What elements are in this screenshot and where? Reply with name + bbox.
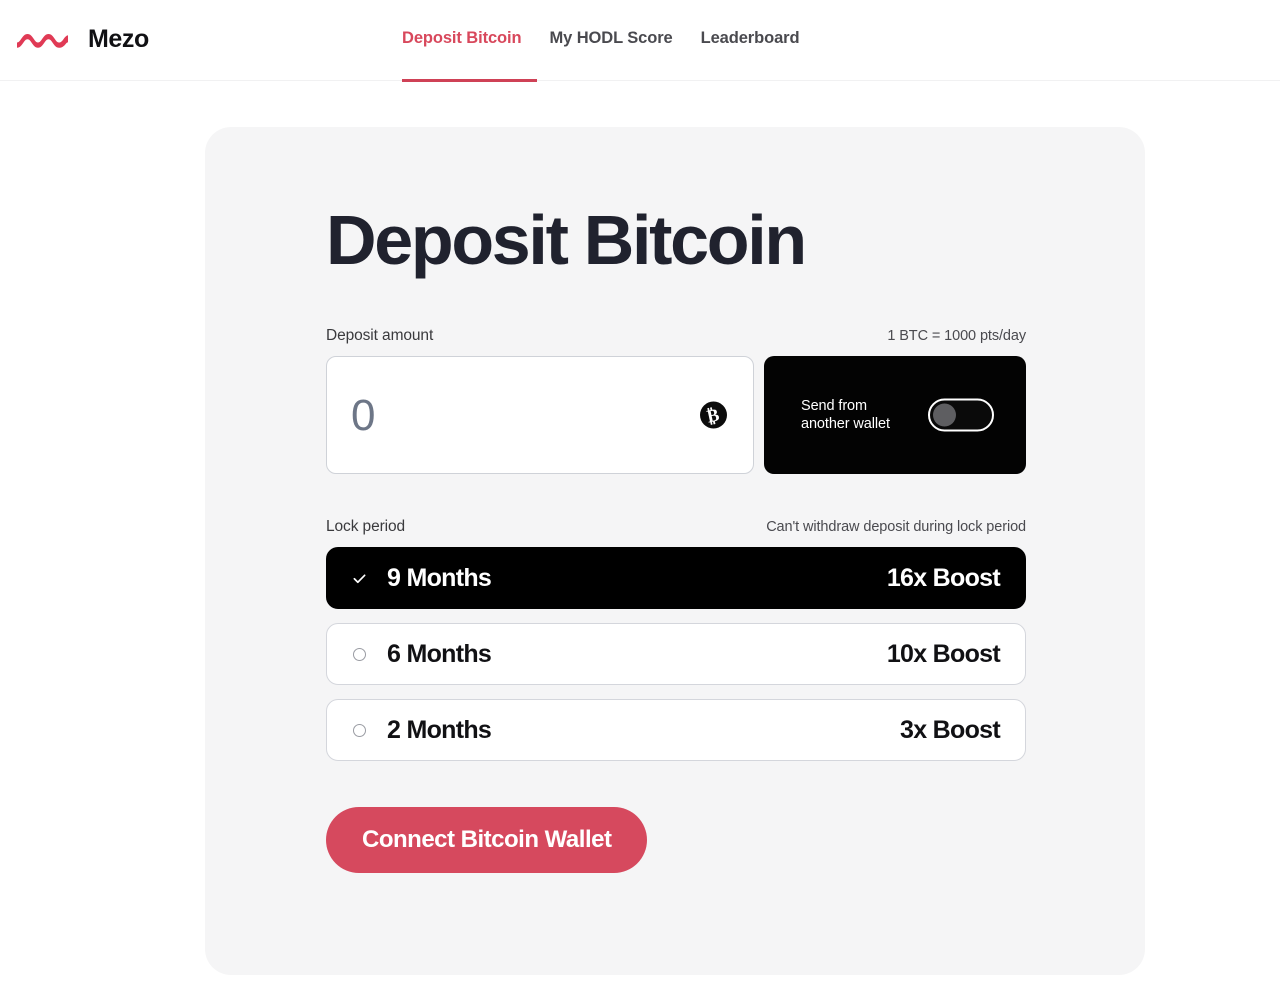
deposit-amount-label: Deposit amount (326, 327, 434, 344)
app-root: Mezo Deposit Bitcoin My HODL Score Leade… (0, 0, 1280, 1000)
lock-period-term: 6 Months (387, 639, 492, 668)
nav-tab-my-hodl-score[interactable]: My HODL Score (550, 27, 673, 50)
lock-period-term: 9 Months (387, 563, 492, 592)
brand-name: Mezo (88, 24, 149, 53)
deposit-amount-label-row: Deposit amount 1 BTC = 1000 pts/day (326, 327, 1026, 345)
site-header: Mezo Deposit Bitcoin My HODL Score Leade… (0, 0, 1280, 82)
deposit-amount-row: ₿ Send from another wallet (326, 356, 1026, 475)
lock-period-option-9-months[interactable]: 9 Months 16x Boost (326, 547, 1026, 609)
nav-tab-deposit-bitcoin[interactable]: Deposit Bitcoin (402, 27, 522, 50)
send-from-another-wallet-panel: Send from another wallet (764, 356, 1026, 474)
toggle-knob (933, 403, 956, 427)
nav-tab-leaderboard[interactable]: Leaderboard (701, 27, 800, 50)
btc-rate-hint: 1 BTC = 1000 pts/day (887, 328, 1026, 344)
lock-period-boost: 3x Boost (900, 715, 1001, 744)
lock-period-boost: 10x Boost (886, 639, 1001, 668)
wallet-label-line-1: Send from (801, 398, 867, 414)
lock-period-label: Lock period (326, 518, 406, 535)
main-nav: Deposit Bitcoin My HODL Score Leaderboar… (402, 27, 800, 50)
check-icon-svg (353, 573, 365, 583)
bitcoin-icon: ₿ (699, 400, 728, 430)
lock-period-option-2-months[interactable]: 2 Months 3x Boost (326, 699, 1026, 761)
lock-period-term: 2 Months (387, 715, 492, 744)
lock-period-option-6-months[interactable]: 6 Months 10x Boost (326, 623, 1026, 685)
radio-icon-circle (352, 647, 366, 661)
send-from-another-wallet-label: Send from another wallet (801, 397, 916, 433)
radio-icon (349, 723, 369, 737)
bitcoin-icon-glyph: ₿ (705, 403, 722, 427)
lock-period-boost: 16x Boost (886, 563, 1001, 592)
radio-icon-circle (352, 723, 366, 737)
active-tab-indicator (402, 79, 537, 82)
lock-period-options: 9 Months 16x Boost 6 Months 10x Boost 2 … (326, 547, 1026, 761)
brand-logo[interactable]: Mezo (16, 22, 149, 56)
deposit-amount-field[interactable]: ₿ (326, 356, 754, 475)
lock-period-label-row: Lock period Can't withdraw deposit durin… (326, 518, 1026, 536)
send-from-another-wallet-toggle[interactable] (928, 398, 994, 432)
deposit-amount-input[interactable] (351, 357, 681, 475)
deposit-card-content: Deposit Bitcoin Deposit amount 1 BTC = 1… (326, 205, 1026, 873)
bitcoin-icon-disc: ₿ (700, 401, 727, 429)
deposit-card: Deposit Bitcoin Deposit amount 1 BTC = 1… (205, 127, 1145, 975)
page-title: Deposit Bitcoin (326, 201, 807, 279)
check-icon (349, 571, 369, 586)
connect-bitcoin-wallet-button[interactable]: Connect Bitcoin Wallet (326, 807, 648, 873)
lock-period-hint: Can't withdraw deposit during lock perio… (766, 519, 1026, 535)
mezo-wave-logo-icon (17, 34, 68, 48)
radio-icon (349, 647, 369, 661)
wallet-label-line-2: another wallet (801, 416, 890, 432)
